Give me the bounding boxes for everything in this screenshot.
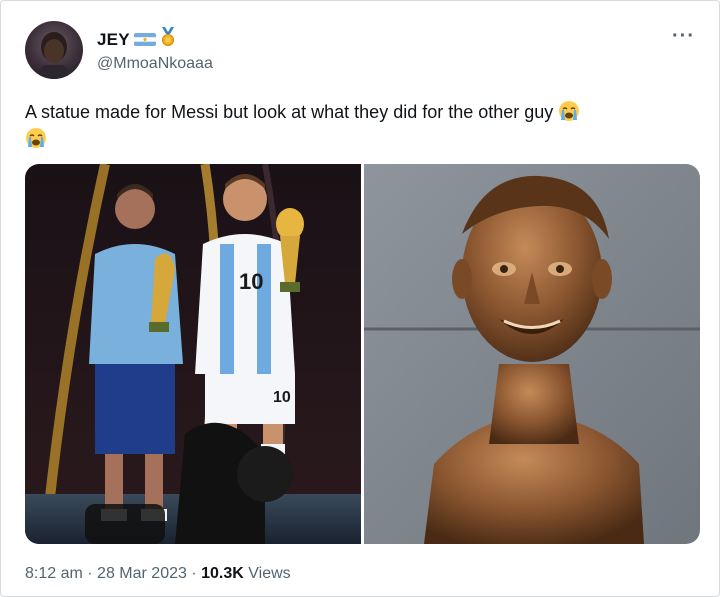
author-name-row[interactable]: JEY xyxy=(97,27,176,52)
author-handle[interactable]: @MmoaNkoaaa xyxy=(97,55,213,73)
views-count: 10.3K xyxy=(201,565,244,582)
tweet-time[interactable]: 8:12 am xyxy=(25,565,83,582)
crying-face-icon xyxy=(25,127,47,149)
tweet-meta: 8:12 am · 28 Mar 2023 · 10.3K Views xyxy=(25,565,291,583)
more-options-icon[interactable]: ··· xyxy=(672,25,695,48)
views-label: Views xyxy=(248,565,291,582)
tweet-card: JEY @MmoaNkoaaa ··· A statue made for Me… xyxy=(0,0,720,597)
media-photo-right[interactable] xyxy=(364,164,700,544)
display-name[interactable]: JEY xyxy=(97,30,130,50)
argentina-flag-icon xyxy=(133,33,156,46)
media-grid: 10 10 xyxy=(25,164,700,544)
meta-separator: · xyxy=(87,565,93,582)
crying-face-icon xyxy=(558,100,580,122)
tweet-text: A statue made for Messi but look at what… xyxy=(25,99,697,153)
meta-separator: · xyxy=(191,565,197,582)
svg-text:10: 10 xyxy=(273,389,291,406)
tweet-body: A statue made for Messi but look at what… xyxy=(25,102,554,122)
media-photo-left[interactable]: 10 10 xyxy=(25,164,361,544)
tweet-date[interactable]: 28 Mar 2023 xyxy=(97,565,187,582)
svg-text:10: 10 xyxy=(239,269,263,294)
medal-icon xyxy=(160,27,176,52)
avatar-image xyxy=(39,32,69,79)
avatar[interactable] xyxy=(25,21,83,79)
